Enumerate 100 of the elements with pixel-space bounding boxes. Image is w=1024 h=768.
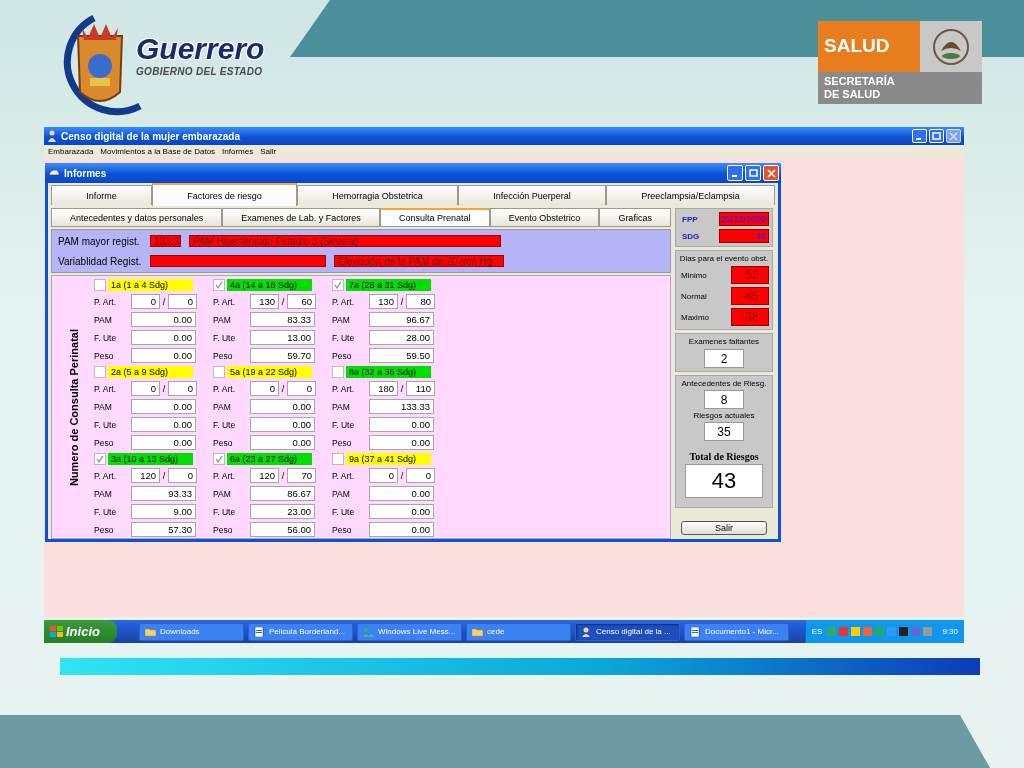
input-field[interactable]: 80 <box>406 294 435 309</box>
input-field[interactable]: 59.70 <box>250 348 315 363</box>
menu-item[interactable]: Embarazada <box>48 147 94 156</box>
checkbox[interactable] <box>332 366 344 378</box>
taskbar-item[interactable]: Documento1 - Micr... <box>684 622 789 641</box>
input-field[interactable]: 86.67 <box>250 486 315 501</box>
field-label: PAM <box>213 488 232 499</box>
close-button[interactable] <box>763 165 779 181</box>
checkbox[interactable] <box>213 453 225 465</box>
input-field[interactable]: 60 <box>287 294 316 309</box>
input-field[interactable]: 0 <box>250 381 279 396</box>
input-field[interactable]: 70 <box>287 468 316 483</box>
checkbox[interactable] <box>213 366 225 378</box>
menu-item[interactable]: Salir <box>260 147 277 156</box>
input-field[interactable]: 130 <box>369 294 398 309</box>
taskbar-item[interactable]: Censo digital de la ... <box>575 622 680 641</box>
input-field[interactable]: 0 <box>131 294 160 309</box>
input-field[interactable]: 28.00 <box>369 330 434 345</box>
field-label: P. Art. <box>94 383 118 394</box>
tab[interactable]: Infección Puerperal <box>457 185 606 205</box>
tab[interactable]: Consulta Prenatal <box>379 208 490 227</box>
input-field[interactable]: 0.00 <box>131 417 196 432</box>
input-field[interactable]: 120 <box>250 468 279 483</box>
input-field[interactable]: 0 <box>287 381 316 396</box>
taskbar-item-label: Pelicula Borderland... <box>269 627 346 636</box>
field-label: F. Ute <box>332 332 356 343</box>
slash-separator: / <box>399 296 405 307</box>
input-field[interactable]: 0.00 <box>131 399 196 414</box>
checkbox[interactable] <box>94 453 106 465</box>
tab[interactable]: Hemorragia Obstetrica <box>296 185 458 205</box>
input-field[interactable]: 0.00 <box>131 435 196 450</box>
input-field[interactable]: 130 <box>250 294 279 309</box>
input-field[interactable]: 0.00 <box>131 348 196 363</box>
tab[interactable]: Graficas <box>599 208 671 227</box>
input-field[interactable]: 133.33 <box>369 399 434 414</box>
field-label: PAM <box>332 488 351 499</box>
input-field[interactable]: 93.33 <box>131 486 196 501</box>
input-field[interactable]: 13.00 <box>250 330 315 345</box>
checkbox[interactable] <box>94 279 106 291</box>
input-field[interactable]: 0.00 <box>369 504 434 519</box>
input-field[interactable]: 57.30 <box>131 522 196 537</box>
slash-separator: / <box>161 383 167 394</box>
group-title: Dias para el evento obst. <box>679 254 769 263</box>
input-field[interactable]: 110 <box>406 381 435 396</box>
checkbox[interactable] <box>332 453 344 465</box>
window-title: Censo digital de la mujer embarazada <box>61 130 241 142</box>
input-field[interactable]: 9.00 <box>131 504 196 519</box>
field-label: P. Art. <box>332 296 356 307</box>
consultation-label: 3a (10 a 13 Sdg) <box>108 453 193 465</box>
input-field[interactable]: 0 <box>369 468 398 483</box>
input-field[interactable]: 96.67 <box>369 312 434 327</box>
checkbox[interactable] <box>332 279 344 291</box>
menu-item[interactable]: Informes <box>222 147 254 156</box>
input-field[interactable]: 0 <box>131 381 160 396</box>
input-field[interactable]: 0.00 <box>369 522 434 537</box>
input-field[interactable]: 83.33 <box>250 312 315 327</box>
input-field[interactable]: 56.00 <box>250 522 315 537</box>
input-field[interactable]: 23.00 <box>250 504 315 519</box>
taskbar-item-label: Downloads <box>160 627 200 636</box>
input-field[interactable]: 0.00 <box>369 486 434 501</box>
maximize-button[interactable] <box>929 129 944 143</box>
exit-button[interactable]: Salir <box>681 521 767 535</box>
input-field[interactable]: 0.00 <box>250 417 315 432</box>
slash-separator: / <box>161 470 167 481</box>
minimize-button[interactable] <box>727 165 743 181</box>
input-field[interactable]: 0.00 <box>131 330 196 345</box>
taskbar-item[interactable]: Windows Live Mess... <box>357 622 462 641</box>
input-field[interactable]: 59.50 <box>369 348 434 363</box>
input-field[interactable]: 0 <box>168 294 197 309</box>
slash-separator: / <box>399 470 405 481</box>
taskbar-item[interactable]: cede <box>466 622 571 641</box>
field-label: Peso <box>94 437 115 448</box>
field-label: F. Ute <box>94 332 118 343</box>
checkbox[interactable] <box>213 279 225 291</box>
start-button[interactable]: Inicio <box>44 620 117 643</box>
input-field[interactable]: 0 <box>406 468 435 483</box>
tab[interactable]: Evento Obstetrico <box>489 208 600 227</box>
input-field[interactable]: 0.00 <box>131 312 196 327</box>
taskbar-item[interactable]: Pelicula Borderland... <box>248 622 353 641</box>
tab[interactable]: Preeclampsia/Eclampsia <box>605 185 775 205</box>
input-field[interactable]: 0 <box>168 468 197 483</box>
tab[interactable]: Factores de riesgo <box>151 183 297 206</box>
maximize-button[interactable] <box>745 165 761 181</box>
checkbox[interactable] <box>94 366 106 378</box>
input-field[interactable]: 120 <box>131 468 160 483</box>
minimize-button[interactable] <box>912 129 927 143</box>
input-field[interactable]: 0.00 <box>250 399 315 414</box>
tab[interactable]: Examenes de Lab. y Factores <box>222 208 380 227</box>
input-field[interactable]: 180 <box>369 381 398 396</box>
tab[interactable]: Antecedentes y datos personales <box>51 208 223 227</box>
taskbar-item[interactable]: Downloads <box>139 622 244 641</box>
input-field[interactable]: 0.00 <box>250 435 315 450</box>
input-field[interactable]: 0.00 <box>369 435 434 450</box>
close-icon <box>949 131 958 141</box>
input-field[interactable]: 0.00 <box>369 417 434 432</box>
input-field[interactable]: 0 <box>168 381 197 396</box>
field-label: F. Ute <box>213 419 237 430</box>
taskbar-item-label: Censo digital de la ... <box>596 627 671 636</box>
menu-item[interactable]: Movimientos a la Base de Datos <box>100 147 216 156</box>
tab[interactable]: Informe <box>51 185 152 205</box>
